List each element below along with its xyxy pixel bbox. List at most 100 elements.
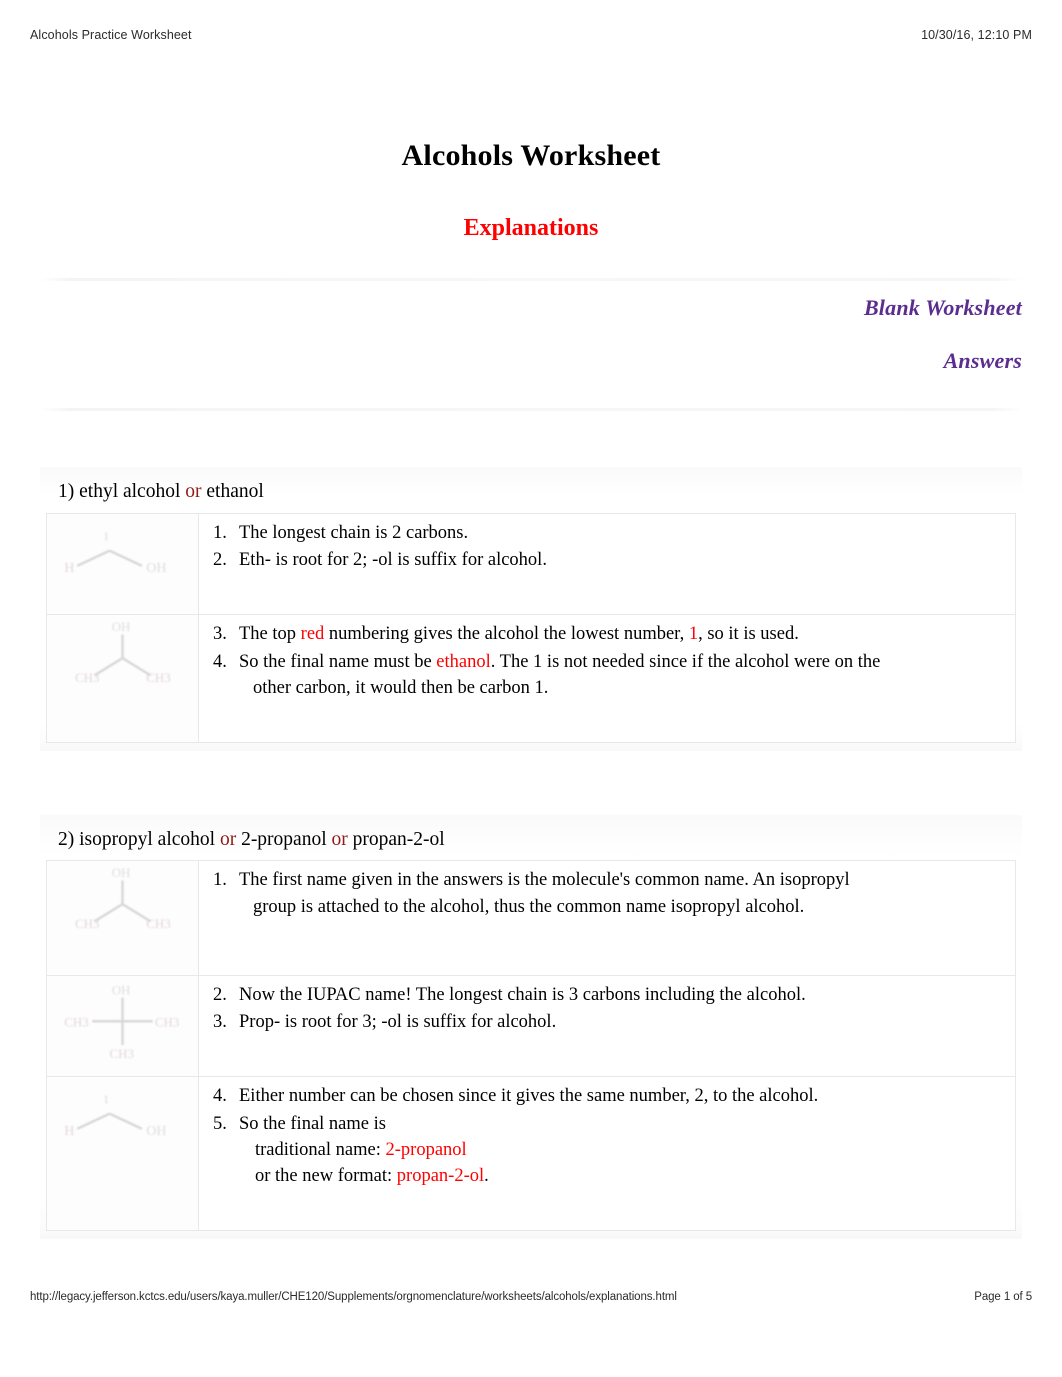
explanation-text-cell: 4. Either number can be chosen since it g… — [198, 1076, 1016, 1232]
svg-text:CH3: CH3 — [75, 916, 99, 931]
browser-header-title: Alcohols Practice Worksheet — [30, 28, 192, 42]
svg-text:CH3: CH3 — [64, 1015, 88, 1030]
text-run: The top — [239, 624, 301, 645]
text-run: The longest chain is 2 carbons. — [239, 522, 469, 543]
text-run: ethanol — [201, 481, 264, 503]
svg-text:1: 1 — [103, 529, 109, 543]
navigation-links: Blank Worksheet Answers — [40, 295, 1022, 374]
svg-text:H: H — [64, 1125, 74, 1140]
svg-text:H: H — [64, 561, 74, 576]
ethanol-structure-thumbnail: H OH 1 — [64, 529, 166, 576]
step-list: 3. The top red numbering gives the alcoh… — [213, 621, 1001, 701]
explanation-text-cell: 2. Now the IUPAC name! The longest chain … — [198, 974, 1016, 1078]
highlight-red: red — [300, 624, 325, 645]
footer-url: http://legacy.jefferson.kctcs.edu/users/… — [30, 1291, 677, 1303]
list-item: 1. The first name given in the answers is… — [213, 867, 1001, 920]
footer-page-number: Page 1 of 5 — [974, 1291, 1032, 1303]
svg-text:OH: OH — [112, 619, 131, 634]
step-list: 1. The first name given in the answers is… — [213, 867, 1001, 920]
svg-text:CH3: CH3 — [75, 670, 99, 685]
structure-image-cell: OH CH3 CH3 CH3 — [46, 974, 199, 1078]
explanation-text-cell: 1. The first name given in the answers is… — [198, 860, 1016, 976]
text-run: So the final name must be — [239, 651, 437, 672]
table-row: OH CH3 CH3 1. The first name given in the an… — [46, 860, 1016, 976]
questions-container: 1) ethyl alcohol or ethanol H OH 1 1. The lon… — [0, 411, 1062, 1267]
question-shell: 2) isopropyl alcohol or 2-propanol or pr… — [40, 815, 1022, 1240]
svg-text:OH: OH — [146, 561, 166, 576]
list-item: 4. So the final name must be ethanol. The… — [213, 649, 1001, 702]
step-number: 1. — [213, 870, 227, 891]
step-number: 2. — [213, 549, 227, 570]
structure-image-cell: OH CH3 CH3 — [46, 860, 199, 976]
structure-image-cell: OH CH3 CH3 — [46, 614, 199, 744]
explanation-table: H OH 1 1. The longest chain is 2 carbons. 2. E… — [46, 512, 1016, 744]
text-run: . — [484, 1166, 489, 1187]
svg-text:OH: OH — [146, 1125, 166, 1140]
divider-top — [40, 277, 1022, 281]
link-answers[interactable]: Answers — [40, 348, 1022, 373]
highlight-red: 2-propanol — [385, 1139, 467, 1160]
text-run: , so it is used. — [698, 624, 799, 645]
page-title: Alcohols Worksheet — [401, 139, 661, 172]
question-shell: 1) ethyl alcohol or ethanol H OH 1 1. The lon… — [40, 467, 1022, 752]
svg-text:CH3: CH3 — [146, 916, 170, 931]
step-subline: traditional name: 2-propanol — [239, 1137, 1001, 1163]
table-row: OH CH3 CH3 3. The top red numbering gives t… — [46, 614, 1016, 744]
step-number: 1. — [213, 522, 227, 543]
step-continuation: other carbon, it would then be carbon 1. — [253, 677, 549, 698]
text-run: So the final name is — [239, 1113, 386, 1134]
cell-padding — [213, 921, 1001, 961]
list-item: 2. Eth- is root for 2; -ol is suffix for … — [213, 547, 1001, 573]
table-row: OH CH3 CH3 CH3 2. Now the IUPAC name! The lon… — [46, 974, 1016, 1078]
text-run: traditional name: — [255, 1139, 386, 1160]
step-list: 4. Either number can be chosen since it g… — [213, 1083, 1001, 1189]
conjunction-or: or — [185, 481, 202, 503]
structure-image-cell: H OH 1 — [46, 1076, 199, 1232]
propanol-numbering-thumbnail: H OH 1 — [64, 1092, 166, 1140]
text-run: The first name given in the answers is t… — [239, 870, 850, 891]
explanation-table: OH CH3 CH3 1. The first name given in the an… — [46, 860, 1016, 1232]
highlight-red: propan-2-ol — [396, 1166, 485, 1187]
svg-text:OH: OH — [112, 982, 131, 997]
list-item: 5. So the final name is traditional name: … — [213, 1111, 1001, 1190]
step-list: 2. Now the IUPAC name! The longest chain … — [213, 982, 1001, 1036]
text-run: . The 1 is not needed since if the alcoh… — [490, 651, 881, 672]
svg-text:1: 1 — [103, 1092, 109, 1106]
step-number: 3. — [213, 1012, 227, 1033]
isopropyl-alcohol-structure-thumbnail: OH CH3 CH3 — [75, 866, 171, 932]
page-subtitle: Explanations — [463, 215, 599, 241]
svg-text:CH3: CH3 — [110, 1046, 134, 1061]
svg-text:CH3: CH3 — [155, 1015, 179, 1030]
explanation-text-cell: 1. The longest chain is 2 carbons. 2. Eth- … — [198, 512, 1016, 616]
text-run: propan-2-ol — [347, 829, 445, 851]
question-heading-q1: 1) ethyl alcohol or ethanol — [46, 471, 1016, 512]
text-run: 2-propanol — [236, 829, 332, 851]
text-run: or the new format: — [255, 1166, 397, 1187]
propanol-chain-thumbnail: OH CH3 CH3 CH3 — [64, 982, 179, 1061]
question-block-q1: 1) ethyl alcohol or ethanol H OH 1 1. The lon… — [40, 467, 1022, 752]
conjunction-or: or — [219, 829, 237, 851]
explanation-text-cell: 3. The top red numbering gives the alcoh… — [198, 614, 1016, 744]
highlight-red: 1 — [688, 624, 699, 645]
table-row: H OH 1 1. The longest chain is 2 carbons. 2. E… — [46, 512, 1016, 616]
list-item: 4. Either number can be chosen since it g… — [213, 1083, 1001, 1109]
text-run: Prop- is root for 3; -ol is suffix for a… — [239, 1012, 557, 1033]
step-number: 4. — [213, 1086, 227, 1107]
svg-text:CH3: CH3 — [146, 670, 170, 685]
step-continuation: group is attached to the alcohol, thus t… — [253, 896, 805, 917]
browser-header-timestamp: 10/30/16, 12:10 PM — [921, 28, 1032, 42]
text-run: Eth- is root for 2; -ol is suffix for al… — [239, 549, 547, 570]
browser-print-footer: http://legacy.jefferson.kctcs.edu/users/… — [0, 1291, 1062, 1303]
cell-padding — [213, 702, 1001, 728]
page-content-clip: Alcohols Worksheet Explanations Blank Wo… — [0, 62, 1062, 1267]
list-item: 3. Prop- is root for 3; -ol is suffix for… — [213, 1009, 1001, 1035]
text-run: Now the IUPAC name! The longest chain is… — [239, 984, 806, 1005]
link-blank-worksheet[interactable]: Blank Worksheet — [40, 295, 1022, 320]
step-number: 2. — [213, 984, 227, 1005]
question-block-q2: 2) isopropyl alcohol or 2-propanol or pr… — [40, 815, 1022, 1240]
text-run: numbering gives the alcohol the lowest n… — [324, 624, 689, 645]
list-item: 1. The longest chain is 2 carbons. — [213, 520, 1001, 546]
